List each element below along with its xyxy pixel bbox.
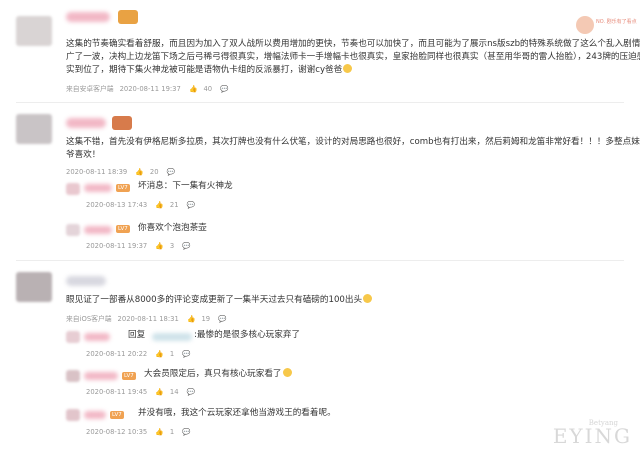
avatar[interactable]	[66, 224, 80, 236]
reply-text: 并没有哦，我这个云玩家还拿他当游戏王的看着呢。	[138, 408, 336, 418]
timestamp: 2020-08-11 19:45	[86, 388, 148, 396]
reply-text: :最惨的是很多核心玩家弃了	[194, 330, 301, 340]
thumb-up-icon[interactable]: 👍	[155, 242, 163, 250]
username[interactable]	[84, 333, 110, 341]
thumb-up-icon[interactable]: 👍	[135, 168, 143, 176]
username[interactable]	[66, 12, 110, 22]
timestamp: 2020-08-11 20:22	[86, 350, 148, 358]
comment-meta: 来自iOS客户端 2020-08-11 18:31 👍 19 💬	[66, 313, 233, 323]
like-count: 19	[201, 315, 211, 323]
character-avatar-icon	[576, 16, 594, 34]
reply-text-body: 最惨的是很多核心玩家弃了	[196, 330, 301, 340]
like-count: 1	[169, 428, 175, 436]
comment-text-line: 实到位了，期待下集火神龙被可能是语物仇卡组的反派暴打，谢谢cy爸爸	[66, 64, 353, 78]
reply-text: 大会员限定后，真只有核心玩家看了	[144, 368, 292, 382]
corner-badge: NO. 剧乐有了看点	[576, 14, 637, 36]
comment-text-line: 这集不错，首先没有伊格尼斯多拉质，其次打牌也没有什么伏笔，设计的对局思路也很好，…	[66, 137, 640, 147]
like-count: 3	[169, 242, 175, 250]
comment-text-line: 爷喜欢！	[66, 150, 101, 160]
comment-text-fragment: 实到位了，期待下集火神龙被可能是语物仇卡组的反派暴打，谢谢cy爸爸	[66, 65, 343, 75]
corner-badge-text: NO. 剧乐有了看点	[596, 19, 637, 25]
level-badge: LV7	[122, 372, 136, 380]
avatar[interactable]	[66, 183, 80, 195]
comment-meta: 来自安卓客户端 2020-08-11 19:37 👍 40 💬	[66, 83, 235, 93]
divider	[16, 102, 624, 103]
thumb-up-icon[interactable]: 👍	[155, 388, 163, 396]
level-badge: LV7	[116, 225, 130, 233]
thumb-up-icon[interactable]: 👍	[155, 350, 163, 358]
emoji-icon	[363, 294, 373, 303]
username[interactable]	[66, 276, 106, 286]
comment-icon[interactable]: 💬	[182, 350, 190, 358]
client-source: 来自安卓客户端	[66, 85, 114, 93]
reply-meta: 2020-08-13 17:43 👍 21 💬	[86, 201, 201, 209]
reply-text: 你喜欢个泡泡茶壶	[138, 223, 207, 233]
username[interactable]	[84, 411, 106, 419]
comment-text-line: 这集的节奏确实看着舒服，而且因为加入了双人战所以费用增加的更快，节奏也可以加快了…	[66, 39, 640, 49]
emoji-icon	[282, 368, 292, 377]
username[interactable]	[84, 372, 118, 380]
username[interactable]	[84, 226, 112, 234]
comment-meta: 2020-08-11 18:39 👍 20 💬	[66, 168, 181, 176]
comment-text-line: 眼见证了一部番从8000多的评论变成更新了一集半天过去只有磕磅的100出头	[66, 294, 373, 308]
reply-meta: 2020-08-11 20:22 👍 1 💬	[86, 350, 197, 358]
avatar[interactable]	[66, 331, 80, 343]
timestamp: 2020-08-12 10:35	[86, 428, 148, 436]
thumb-up-icon[interactable]: 👍	[187, 315, 195, 323]
fan-badge-icon	[118, 10, 138, 24]
reply-meta: 2020-08-11 19:37 👍 3 💬	[86, 242, 197, 250]
comment-icon[interactable]: 💬	[182, 242, 190, 250]
comment-icon[interactable]: 💬	[187, 201, 195, 209]
timestamp: 2020-08-11 19:37	[119, 85, 181, 93]
like-count: 40	[203, 85, 213, 93]
avatar[interactable]	[16, 16, 52, 46]
mention-username[interactable]	[152, 333, 192, 341]
like-count: 21	[169, 201, 179, 209]
thumb-up-icon[interactable]: 👍	[155, 201, 163, 209]
reply-meta: 2020-08-12 10:35 👍 1 💬	[86, 428, 197, 436]
avatar[interactable]	[16, 114, 52, 144]
like-count: 20	[149, 168, 159, 176]
username[interactable]	[84, 184, 112, 192]
emoji-icon	[343, 64, 353, 73]
fan-badge-icon	[112, 116, 132, 130]
avatar[interactable]	[66, 409, 80, 421]
timestamp: 2020-08-11 18:31	[117, 315, 179, 323]
thumb-up-icon[interactable]: 👍	[189, 85, 197, 93]
comment-text-fragment: 眼见证了一部番从8000多的评论变成更新了一集半天过去只有磕磅的100出头	[66, 295, 363, 305]
avatar[interactable]	[16, 272, 52, 302]
like-count: 1	[169, 350, 175, 358]
comment-icon[interactable]: 💬	[182, 428, 190, 436]
timestamp: 2020-08-13 17:43	[86, 201, 148, 209]
username[interactable]	[66, 118, 106, 128]
client-source: 来自iOS客户端	[66, 315, 112, 323]
timestamp: 2020-08-11 19:37	[86, 242, 148, 250]
thumb-up-icon[interactable]: 👍	[155, 428, 163, 436]
comment-icon[interactable]: 💬	[167, 168, 175, 176]
watermark: EYING	[552, 424, 632, 448]
reply-label: 回复	[128, 330, 146, 340]
like-count: 14	[169, 388, 179, 396]
comment-icon[interactable]: 💬	[218, 315, 226, 323]
comment-text-line: 广了一波，决构上边龙笛下场之后弓稀弓得很真实，增幅法师卡一手增幅卡也很真实，皇家…	[66, 52, 640, 62]
level-badge: LV7	[110, 411, 124, 419]
avatar[interactable]	[66, 370, 80, 382]
divider	[16, 260, 624, 261]
reply-meta: 2020-08-11 19:45 👍 14 💬	[86, 388, 201, 396]
comment-icon[interactable]: 💬	[187, 388, 195, 396]
reply-text: 坏消息：下一集有火神龙	[138, 181, 233, 191]
reply-text-body: 大会员限定后，真只有核心玩家看了	[144, 369, 282, 379]
level-badge: LV7	[116, 184, 130, 192]
timestamp: 2020-08-11 18:39	[66, 168, 128, 176]
comment-icon[interactable]: 💬	[220, 85, 228, 93]
